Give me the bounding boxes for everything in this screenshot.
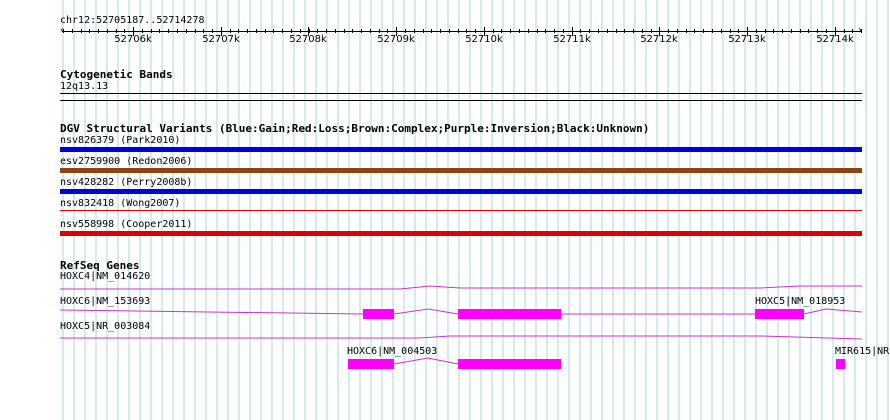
gene-label-hoxc5-nr003084[interactable]: HOXC5|NR_003084: [60, 321, 150, 333]
gene-exon: [363, 309, 394, 319]
gene-intron-hoxc5: [60, 335, 863, 340]
gene-label-hoxc6-nm153693[interactable]: HOXC6|NM_153693: [60, 296, 150, 308]
gene-intron-hoxc6: [393, 357, 459, 365]
gene-exon: [755, 309, 804, 319]
gene-intron-hoxc4: [60, 285, 862, 290]
gene-label-hoxc5-nm018953[interactable]: HOXC5|NM_018953: [755, 296, 845, 308]
gene-exon: [348, 359, 394, 369]
genome-browser-panel[interactable]: chr12:52705187..52714278 ‹ › 52706k52707…: [0, 0, 890, 420]
gene-exon-mir615: [836, 359, 845, 369]
gene-label-hoxc6-nm004503[interactable]: HOXC6|NM_004503: [347, 346, 437, 358]
gene-label-hoxc4[interactable]: HOXC4|NM_014620: [60, 271, 150, 283]
gene-exon: [458, 309, 561, 319]
gene-exon: [458, 359, 561, 369]
gene-label-mir615[interactable]: MIR615|NR: [835, 346, 889, 358]
refseq-gene-models[interactable]: [0, 0, 890, 420]
